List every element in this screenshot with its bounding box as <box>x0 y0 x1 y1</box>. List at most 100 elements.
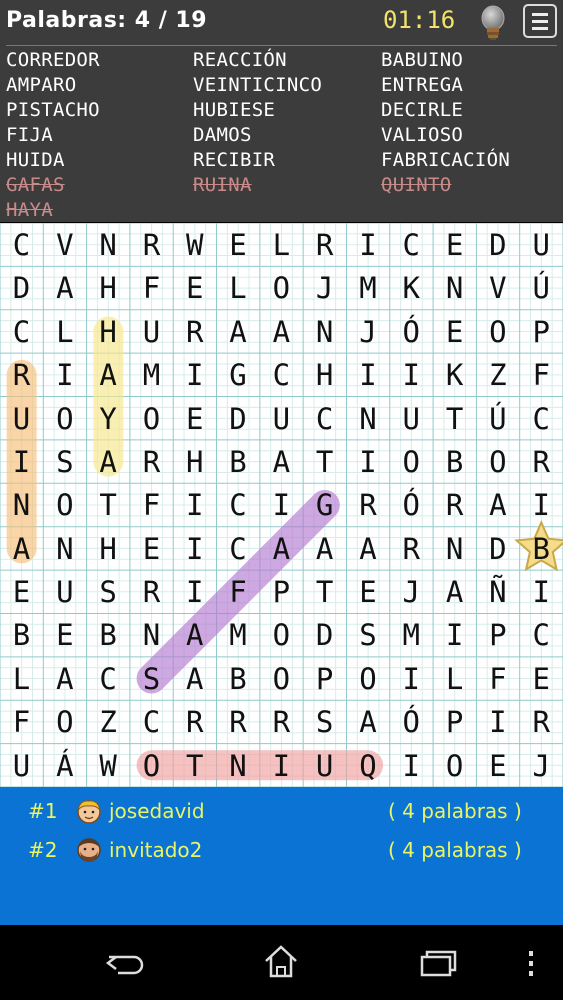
grid-cell[interactable]: T <box>173 744 216 787</box>
grid-cell[interactable]: R <box>390 527 433 570</box>
grid-cell[interactable]: P <box>520 310 563 353</box>
grid-cell[interactable]: A <box>433 570 476 613</box>
grid-cell[interactable]: Ú <box>476 397 519 440</box>
grid-cell[interactable]: E <box>173 266 216 309</box>
grid-cell[interactable]: A <box>217 310 260 353</box>
grid-cell[interactable]: O <box>433 744 476 787</box>
grid-cell[interactable]: W <box>87 744 130 787</box>
grid-cell[interactable]: B <box>217 657 260 700</box>
grid-cell[interactable]: B <box>217 440 260 483</box>
grid-cell[interactable]: L <box>43 310 86 353</box>
grid-cell[interactable]: K <box>433 353 476 396</box>
grid-cell[interactable]: I <box>0 440 43 483</box>
grid-cell[interactable]: Ó <box>390 310 433 353</box>
grid-cell[interactable]: I <box>433 613 476 656</box>
grid-cell[interactable]: B <box>87 613 130 656</box>
grid-cell[interactable]: I <box>260 744 303 787</box>
grid-cell[interactable]: H <box>173 440 216 483</box>
grid-cell[interactable]: A <box>476 483 519 526</box>
grid-cell[interactable]: J <box>390 570 433 613</box>
grid-cell[interactable]: A <box>260 527 303 570</box>
back-icon[interactable] <box>104 949 146 979</box>
grid-cell[interactable]: Ñ <box>476 570 519 613</box>
grid-cell[interactable]: P <box>476 613 519 656</box>
grid-cell[interactable]: Ó <box>390 483 433 526</box>
grid-cell[interactable]: O <box>476 310 519 353</box>
lightbulb-icon[interactable] <box>478 4 508 42</box>
grid-cell[interactable]: C <box>217 483 260 526</box>
grid-cell[interactable]: I <box>346 353 389 396</box>
grid-cell[interactable]: E <box>520 657 563 700</box>
grid-cell[interactable]: L <box>217 266 260 309</box>
grid-cell[interactable]: C <box>0 223 43 266</box>
grid-cell[interactable]: D <box>476 527 519 570</box>
grid-cell[interactable]: T <box>87 483 130 526</box>
grid-cell[interactable]: O <box>130 744 173 787</box>
grid-cell[interactable]: G <box>303 483 346 526</box>
grid-cell[interactable]: F <box>217 570 260 613</box>
grid-cell[interactable]: O <box>260 613 303 656</box>
grid-cell[interactable]: E <box>433 310 476 353</box>
grid-cell[interactable]: E <box>433 223 476 266</box>
grid-cell[interactable]: J <box>303 266 346 309</box>
letter-grid[interactable]: CVNRWELRICEDUDAHFELOJMKNVÚCLHURAANJÓEOPR… <box>0 223 563 787</box>
grid-cell[interactable]: F <box>0 700 43 743</box>
grid-cell[interactable]: C <box>87 657 130 700</box>
grid-cell[interactable]: N <box>87 223 130 266</box>
grid-cell[interactable]: I <box>476 700 519 743</box>
grid-cell[interactable]: I <box>173 483 216 526</box>
grid-cell[interactable]: I <box>43 353 86 396</box>
grid-cell[interactable]: H <box>303 353 346 396</box>
grid-cell[interactable]: C <box>520 397 563 440</box>
grid-cell[interactable]: B <box>0 613 43 656</box>
grid-cell[interactable]: N <box>346 397 389 440</box>
grid-cell[interactable]: C <box>130 700 173 743</box>
grid-cell[interactable]: D <box>217 397 260 440</box>
grid-cell[interactable]: T <box>303 440 346 483</box>
grid-cell[interactable]: P <box>260 570 303 613</box>
grid-cell[interactable]: T <box>433 397 476 440</box>
grid-cell[interactable]: A <box>260 440 303 483</box>
grid-cell[interactable]: I <box>173 570 216 613</box>
grid-cell[interactable]: E <box>0 570 43 613</box>
grid-cell[interactable]: F <box>520 353 563 396</box>
grid-cell[interactable]: C <box>520 613 563 656</box>
grid-cell[interactable]: E <box>173 397 216 440</box>
grid-cell[interactable]: D <box>303 613 346 656</box>
grid-cell[interactable]: I <box>390 353 433 396</box>
grid-cell[interactable]: Z <box>476 353 519 396</box>
grid-cell[interactable]: R <box>130 570 173 613</box>
grid-cell[interactable]: M <box>217 613 260 656</box>
grid-cell[interactable]: Z <box>87 700 130 743</box>
grid-cell[interactable]: Á <box>43 744 86 787</box>
grid-cell[interactable]: H <box>87 310 130 353</box>
grid-cell[interactable]: U <box>0 397 43 440</box>
grid-cell[interactable]: B <box>520 527 563 570</box>
grid-cell[interactable]: D <box>0 266 43 309</box>
grid-cell[interactable]: R <box>173 310 216 353</box>
grid-cell[interactable]: N <box>433 266 476 309</box>
grid-cell[interactable]: R <box>303 223 346 266</box>
grid-cell[interactable]: R <box>217 700 260 743</box>
grid-cell[interactable]: R <box>520 700 563 743</box>
grid-cell[interactable]: C <box>390 223 433 266</box>
grid-cell[interactable]: N <box>303 310 346 353</box>
grid-cell[interactable]: J <box>520 744 563 787</box>
grid-cell[interactable]: S <box>43 440 86 483</box>
grid-cell[interactable]: E <box>43 613 86 656</box>
grid-cell[interactable]: A <box>173 657 216 700</box>
grid-cell[interactable]: O <box>260 266 303 309</box>
grid-cell[interactable]: U <box>390 397 433 440</box>
grid-cell[interactable]: L <box>0 657 43 700</box>
grid-cell[interactable]: R <box>130 440 173 483</box>
grid-cell[interactable]: N <box>0 483 43 526</box>
grid-cell[interactable]: M <box>130 353 173 396</box>
grid-cell[interactable]: J <box>346 310 389 353</box>
grid-cell[interactable]: G <box>217 353 260 396</box>
grid-cell[interactable]: A <box>43 657 86 700</box>
grid-cell[interactable]: N <box>130 613 173 656</box>
grid-cell[interactable]: B <box>433 440 476 483</box>
grid-cell[interactable]: I <box>346 440 389 483</box>
recent-apps-icon[interactable] <box>419 949 459 979</box>
grid-cell[interactable]: W <box>173 223 216 266</box>
